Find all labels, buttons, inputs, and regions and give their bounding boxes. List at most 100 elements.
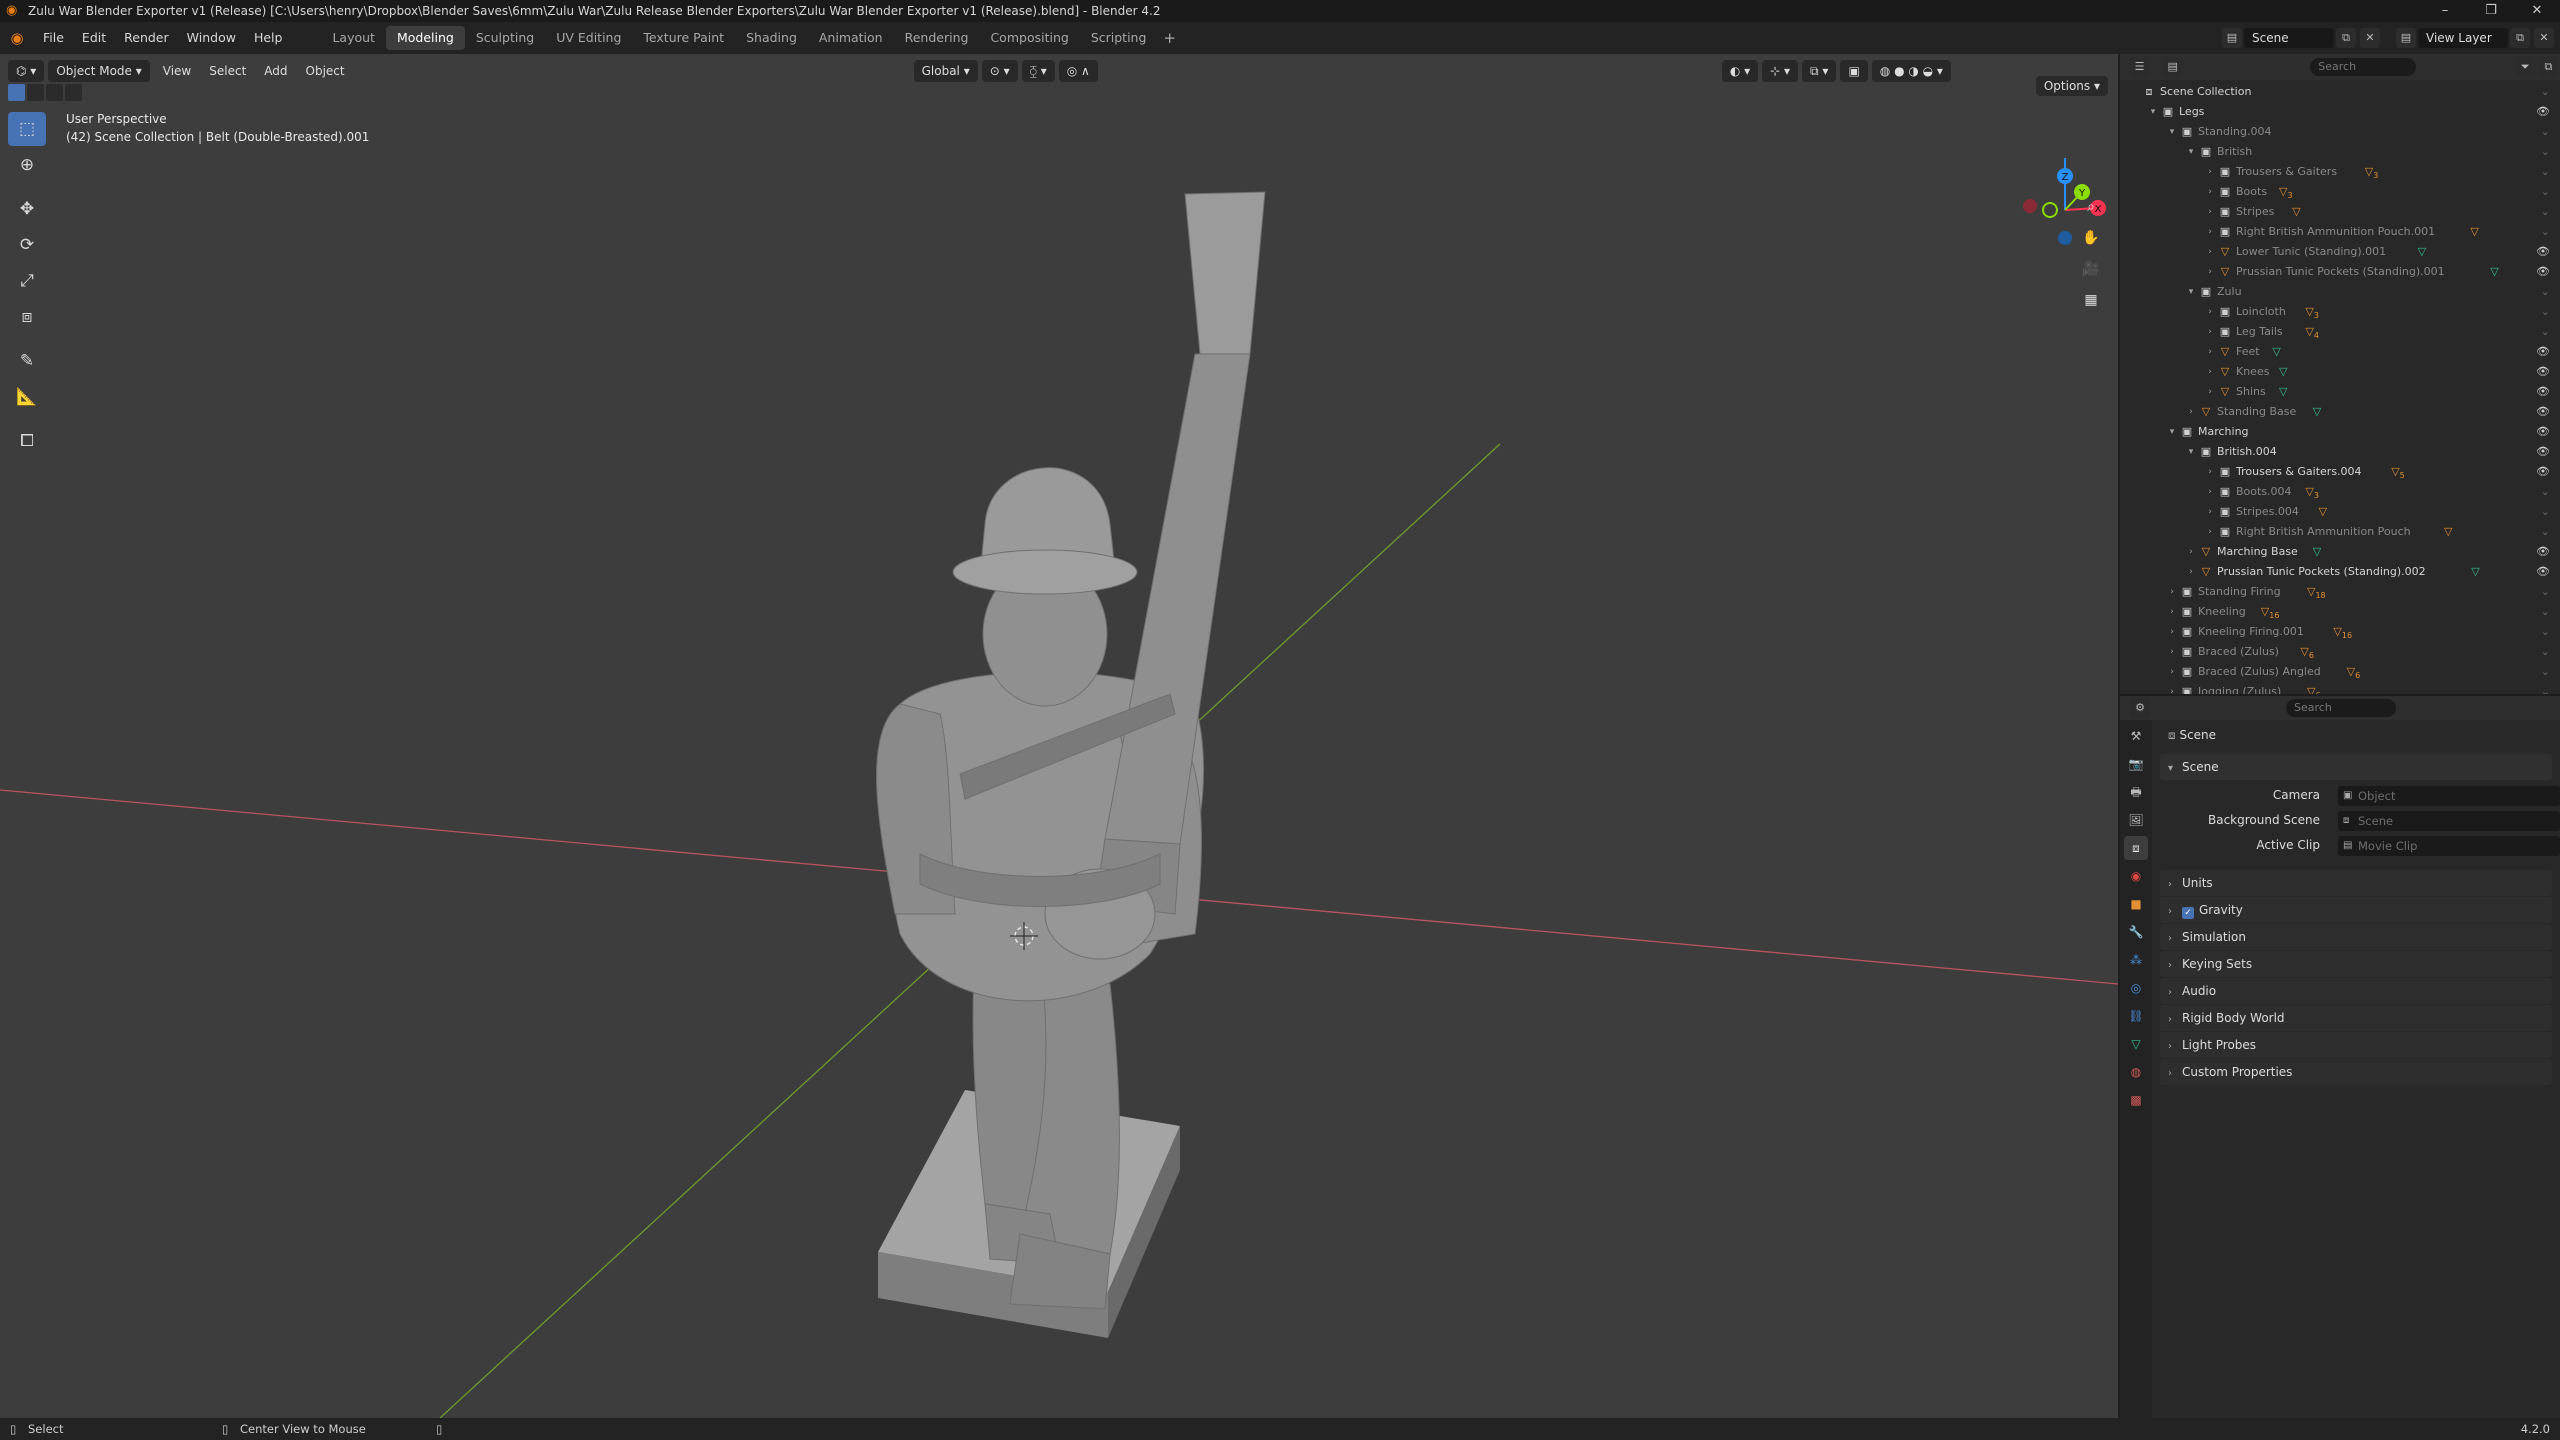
- move-tool-icon[interactable]: ✥: [8, 192, 46, 226]
- filter-icon[interactable]: ⏷: [2515, 57, 2535, 77]
- expand-right-icon[interactable]: ›: [2204, 322, 2216, 342]
- visibility-eye-icon[interactable]: 👁: [2536, 562, 2550, 582]
- outliner-row[interactable]: ⧈ Scene Collection ⌄: [2120, 82, 2560, 102]
- hidden-eye-icon[interactable]: ⌄: [2541, 142, 2550, 162]
- select-box-tool-icon[interactable]: ⬚: [8, 112, 46, 146]
- mode-dropdown[interactable]: Object Mode ▾: [48, 60, 150, 82]
- outliner-row[interactable]: ▾ ▣ British ⌄: [2120, 142, 2560, 162]
- active-clip-field[interactable]: ▤ Movie Clip: [2338, 836, 2560, 856]
- tab-shading[interactable]: Shading: [735, 26, 808, 50]
- view-layer-browse-icon[interactable]: ▤: [2396, 28, 2416, 48]
- custom-properties-panel[interactable]: › Custom Properties: [2160, 1059, 2552, 1085]
- expand-right-icon[interactable]: ›: [2166, 662, 2178, 682]
- expand-right-icon[interactable]: ›: [2204, 522, 2216, 542]
- visibility-eye-icon[interactable]: 👁: [2536, 242, 2550, 262]
- hidden-eye-icon[interactable]: ⌄: [2541, 622, 2550, 642]
- hidden-eye-icon[interactable]: ⌄: [2541, 322, 2550, 342]
- maximize-button[interactable]: ❐: [2468, 0, 2514, 22]
- rigid-body-world-panel[interactable]: › Rigid Body World: [2160, 1005, 2552, 1031]
- constraints-tab-icon[interactable]: ⛓: [2124, 1004, 2148, 1028]
- outliner-row[interactable]: › ▣ Braced (Zulus) ▽6 ⌄: [2120, 642, 2560, 662]
- expand-right-icon[interactable]: ›: [2204, 242, 2216, 262]
- outliner-row[interactable]: › ▣ Kneeling ▽16 ⌄: [2120, 602, 2560, 622]
- hidden-eye-icon[interactable]: ⌄: [2541, 522, 2550, 542]
- hidden-eye-icon[interactable]: ⌄: [2541, 222, 2550, 242]
- menu-file[interactable]: File: [34, 22, 73, 54]
- expand-right-icon[interactable]: ›: [2204, 502, 2216, 522]
- outliner-row[interactable]: › ▣ Kneeling Firing.001 ▽16 ⌄: [2120, 622, 2560, 642]
- select-intersect-icon[interactable]: [65, 84, 82, 101]
- object-tab-icon[interactable]: ■: [2124, 892, 2148, 916]
- properties-editor-type-icon[interactable]: ⚙: [2130, 698, 2150, 718]
- world-tab-icon[interactable]: ◉: [2124, 864, 2148, 888]
- orientation-dropdown[interactable]: Global ▾: [913, 60, 978, 82]
- expand-down-icon[interactable]: ▾: [2166, 122, 2178, 142]
- outliner-panel[interactable]: ☰ ▤ Search ⏷ ⧉ ⧈ Scene Collection ⌄ ▾ ▣ Legs 👁…: [2120, 54, 2560, 694]
- snap-toggle-icon[interactable]: ⧲ ▾: [1021, 60, 1055, 82]
- pan-hand-icon[interactable]: ✋: [2078, 225, 2104, 251]
- outliner-row[interactable]: › ▣ Loincloth ▽3 ⌄: [2120, 302, 2560, 322]
- new-collection-icon[interactable]: ⧉: [2538, 57, 2559, 77]
- outliner-row[interactable]: ▾ ▣ Legs 👁: [2120, 102, 2560, 122]
- scale-tool-icon[interactable]: ⤢: [8, 264, 46, 298]
- outliner-editor-type-icon[interactable]: ☰: [2130, 57, 2150, 77]
- add-cube-tool-icon[interactable]: ⧠: [8, 424, 46, 458]
- menu-select[interactable]: Select: [200, 60, 255, 82]
- tab-texture-paint[interactable]: Texture Paint: [632, 26, 735, 50]
- expand-right-icon[interactable]: ›: [2166, 642, 2178, 662]
- outliner-row[interactable]: › ▣ Boots.004 ▽3 ⌄: [2120, 482, 2560, 502]
- gizmo-toggle-icon[interactable]: ⊹ ▾: [1762, 60, 1799, 82]
- outliner-row[interactable]: ▾ ▣ Standing.004 ⌄: [2120, 122, 2560, 142]
- expand-right-icon[interactable]: ›: [2204, 462, 2216, 482]
- outliner-row[interactable]: › ▣ Leg Tails ▽4 ⌄: [2120, 322, 2560, 342]
- outliner-row[interactable]: › ▣ Trousers & Gaiters ▽3 ⌄: [2120, 162, 2560, 182]
- expand-down-icon[interactable]: ▾: [2185, 442, 2197, 462]
- pivot-point-button[interactable]: ⊙ ▾: [981, 60, 1018, 82]
- close-button[interactable]: ✕: [2514, 0, 2560, 22]
- outliner-row[interactable]: ▾ ▣ Marching 👁: [2120, 422, 2560, 442]
- scene-canvas[interactable]: [0, 54, 2118, 1418]
- material-tab-icon[interactable]: ◍: [2124, 1060, 2148, 1084]
- transform-tool-icon[interactable]: ⧈: [8, 300, 46, 334]
- expand-right-icon[interactable]: ›: [2204, 482, 2216, 502]
- view-layer-field[interactable]: View Layer: [2418, 28, 2508, 48]
- select-subtract-icon[interactable]: [46, 84, 63, 101]
- scene-tab-icon[interactable]: ⧈: [2124, 836, 2148, 860]
- data-tab-icon[interactable]: ▽: [2124, 1032, 2148, 1056]
- render-tab-icon[interactable]: 📷: [2124, 752, 2148, 776]
- outliner-row[interactable]: › ▣ Braced (Zulus) Angled ▽6 ⌄: [2120, 662, 2560, 682]
- add-workspace-button[interactable]: +: [1157, 29, 1182, 47]
- hidden-eye-icon[interactable]: ⌄: [2541, 282, 2550, 302]
- tab-modeling[interactable]: Modeling: [385, 26, 465, 50]
- annotate-tool-icon[interactable]: ✎: [8, 344, 46, 378]
- editor-type-button[interactable]: ⌬ ▾: [8, 60, 45, 82]
- hidden-eye-icon[interactable]: ⌄: [2541, 202, 2550, 222]
- select-new-icon[interactable]: [8, 84, 25, 101]
- tab-scripting[interactable]: Scripting: [1080, 26, 1158, 50]
- menu-view[interactable]: View: [154, 60, 200, 82]
- visibility-eye-icon[interactable]: 👁: [2536, 542, 2550, 562]
- tool-tab-icon[interactable]: ⚒: [2124, 724, 2148, 748]
- visibility-eye-icon[interactable]: 👁: [2536, 462, 2550, 482]
- camera-view-icon[interactable]: 🎥: [2078, 256, 2104, 282]
- expand-down-icon[interactable]: ▾: [2166, 422, 2178, 442]
- expand-right-icon[interactable]: ›: [2185, 402, 2197, 422]
- light-probes-panel[interactable]: › Light Probes: [2160, 1032, 2552, 1058]
- shading-modes[interactable]: ◍ ● ◑ ◒ ▾: [1871, 60, 1951, 82]
- expand-right-icon[interactable]: ›: [2185, 542, 2197, 562]
- visibility-icon[interactable]: ◐ ▾: [1721, 60, 1759, 82]
- audio-panel[interactable]: › Audio: [2160, 978, 2552, 1004]
- outliner-row[interactable]: ▾ ▣ Zulu ⌄: [2120, 282, 2560, 302]
- gravity-panel[interactable]: › ✓ Gravity: [2160, 897, 2552, 923]
- hidden-eye-icon[interactable]: ⌄: [2541, 682, 2550, 694]
- visibility-eye-icon[interactable]: 👁: [2536, 402, 2550, 422]
- units-panel[interactable]: › Units: [2160, 870, 2552, 896]
- hidden-eye-icon[interactable]: ⌄: [2541, 642, 2550, 662]
- outliner-row[interactable]: › ▣ Stripes ▽ ⌄: [2120, 202, 2560, 222]
- cursor-tool-icon[interactable]: ⊕: [8, 148, 46, 182]
- outliner-row[interactable]: › ▽ Lower Tunic (Standing).001 ▽ 👁: [2120, 242, 2560, 262]
- expand-right-icon[interactable]: ›: [2204, 182, 2216, 202]
- rotate-tool-icon[interactable]: ⟳: [8, 228, 46, 262]
- view-layer-tab-icon[interactable]: 🖼: [2124, 808, 2148, 832]
- outliner-row[interactable]: › ▽ Shins ▽ 👁: [2120, 382, 2560, 402]
